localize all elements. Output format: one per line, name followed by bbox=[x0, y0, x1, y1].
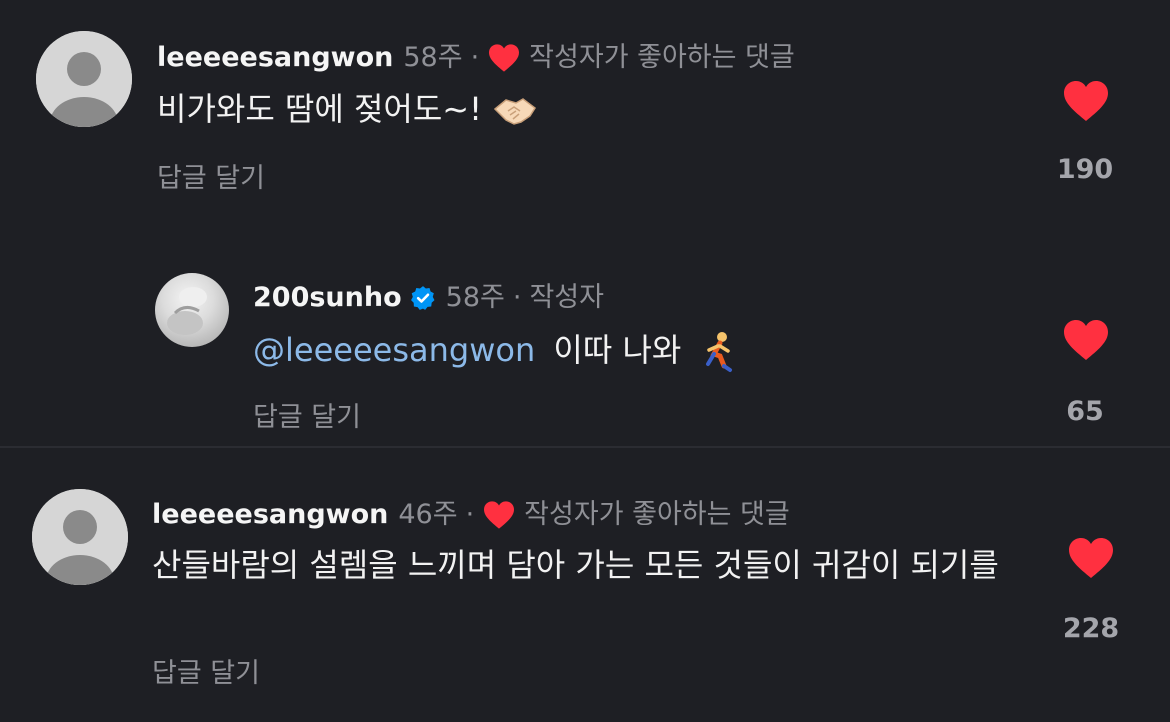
reply-button[interactable]: 답글 달기 bbox=[152, 651, 260, 690]
comment-text: @leeeeesangwon 이따 나와 bbox=[253, 325, 738, 375]
creator-liked-heart-icon bbox=[484, 501, 515, 529]
reply-button[interactable]: 답글 달기 bbox=[253, 395, 361, 434]
comment-age: 58주 bbox=[403, 42, 463, 73]
comments-screen: leeeeesangwon 58주 · 작성자가 좋아하는 댓글 비가와도 땀에… bbox=[0, 0, 1170, 722]
separator-dot: · bbox=[470, 42, 480, 73]
creator-liked-label: 작성자가 좋아하는 댓글 bbox=[529, 42, 795, 73]
username[interactable]: leeeeesangwon bbox=[152, 498, 388, 532]
like-heart-icon[interactable] bbox=[1066, 536, 1116, 580]
comment-text-content: 비가와도 땀에 젖어도~! bbox=[157, 90, 482, 128]
avatar[interactable] bbox=[155, 273, 229, 347]
comment-text-content: 이따 나와 bbox=[553, 331, 682, 369]
comment-item: leeeeesangwon 58주 · 작성자가 좋아하는 댓글 비가와도 땀에… bbox=[0, 0, 1170, 230]
creator-liked-label: 작성자가 좋아하는 댓글 bbox=[524, 499, 790, 530]
username[interactable]: leeeeesangwon bbox=[157, 41, 393, 75]
comment-header: 200sunho 58주 · 작성자 bbox=[253, 281, 604, 315]
mention-link[interactable]: @leeeeesangwon bbox=[253, 331, 535, 369]
avatar[interactable] bbox=[32, 489, 128, 585]
like-count: 65 bbox=[1066, 396, 1104, 427]
comment-age: 58주 bbox=[445, 282, 505, 313]
like-count: 190 bbox=[1056, 154, 1114, 185]
avatar[interactable] bbox=[36, 31, 132, 127]
running-person-icon bbox=[705, 332, 732, 372]
verified-badge-icon bbox=[410, 286, 435, 310]
comment-text: 비가와도 땀에 젖어도~! bbox=[157, 84, 538, 134]
author-label: 작성자 bbox=[529, 282, 604, 313]
comment-header: leeeeesangwon 46주 · 작성자가 좋아하는 댓글 bbox=[152, 498, 790, 532]
like-heart-icon[interactable] bbox=[1061, 79, 1111, 123]
default-avatar-icon bbox=[32, 489, 128, 585]
handshake-icon bbox=[494, 98, 537, 125]
reply-item: 200sunho 58주 · 작성자 @leeeeesangwon 이따 나와 … bbox=[0, 230, 1170, 446]
profile-photo bbox=[167, 287, 207, 335]
comment-header: leeeeesangwon 58주 · 작성자가 좋아하는 댓글 bbox=[157, 41, 795, 75]
reply-button[interactable]: 답글 달기 bbox=[157, 156, 265, 195]
comment-age: 46주 bbox=[398, 499, 458, 530]
like-count: 228 bbox=[1062, 613, 1120, 644]
comment-text: 산들바람의 설렘을 느끼며 담아 가는 모든 것들이 귀감이 되기를 bbox=[152, 546, 999, 584]
like-heart-icon[interactable] bbox=[1061, 318, 1111, 362]
separator-dot: · bbox=[512, 282, 522, 313]
separator-dot: · bbox=[465, 499, 475, 530]
default-avatar-icon bbox=[36, 31, 132, 127]
username[interactable]: 200sunho bbox=[253, 281, 402, 315]
comment-item: leeeeesangwon 46주 · 작성자가 좋아하는 댓글 산들바람의 설… bbox=[0, 448, 1170, 722]
creator-liked-heart-icon bbox=[489, 44, 520, 72]
